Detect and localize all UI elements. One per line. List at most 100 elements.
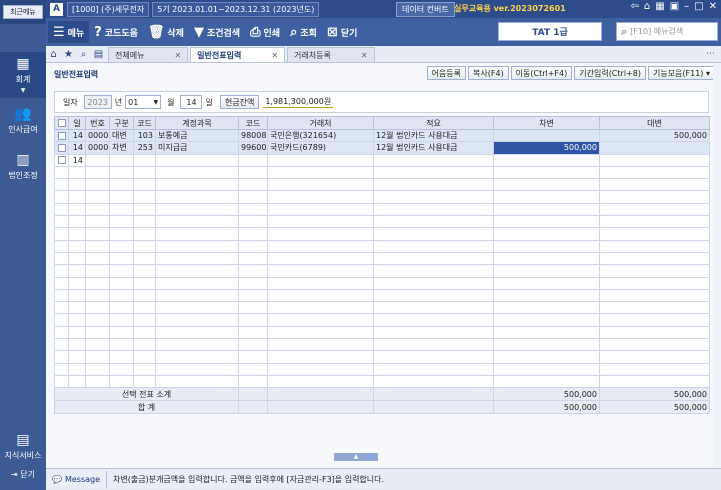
cell-account[interactable]: 미지급금	[155, 141, 239, 155]
table-row[interactable]: 14	[54, 153, 710, 167]
recent-menu-button[interactable]: 최근메뉴	[3, 5, 43, 19]
cell-day[interactable]: 14	[68, 128, 86, 143]
cell-account[interactable]: 보통예금	[155, 128, 239, 143]
grid-icon[interactable]: ▦	[655, 1, 664, 12]
cash-balance-button[interactable]: 현금잔액	[219, 95, 260, 109]
cell-debit-active[interactable]: 500,000	[493, 141, 600, 155]
month-select[interactable]: 01 ▼	[125, 95, 162, 109]
year-field: 2023	[83, 95, 112, 109]
cell-type[interactable]	[109, 153, 134, 167]
star-icon[interactable]: ★	[61, 49, 76, 60]
empty-cell	[54, 374, 69, 389]
total-credit: 500,000	[599, 400, 710, 415]
sidebar-item-label: 지식서비스	[4, 451, 42, 460]
lookup-button[interactable]: ⌕ 조회	[285, 21, 322, 43]
total-blank	[373, 400, 494, 415]
panel-expand-handle[interactable]: ▲	[334, 453, 378, 461]
home-icon[interactable]: ⌂	[46, 49, 61, 60]
vertical-scrollbar[interactable]	[713, 63, 721, 468]
sidebar-logout[interactable]: ⇥ 닫기	[0, 466, 46, 486]
cell-credit[interactable]	[599, 153, 710, 167]
cell-memo[interactable]	[373, 153, 494, 167]
more-icon[interactable]: ⋯	[706, 49, 715, 59]
cell-code[interactable]: 103	[133, 128, 156, 143]
sidebar-item-payroll[interactable]: 👥 인사급여	[0, 104, 46, 144]
empty-cell	[109, 190, 134, 204]
empty-cell	[85, 239, 110, 253]
cell-code[interactable]: 253	[133, 141, 156, 155]
function-collection-button[interactable]: 기능모음(F11) ▾	[647, 66, 715, 80]
home-icon[interactable]: ⌂	[644, 1, 650, 12]
cell-vendor-code[interactable]: 98008	[238, 128, 268, 143]
empty-cell	[85, 374, 110, 389]
empty-cell	[238, 276, 268, 290]
cell-vendor-code[interactable]: 99600	[238, 141, 268, 155]
close-tool-button[interactable]: ⊠ 닫기	[322, 21, 362, 43]
total-row: 합 계 500,000 500,000	[54, 400, 710, 415]
sidebar-item-knowledge[interactable]: ▤ 지식서비스	[0, 432, 46, 462]
cell-memo[interactable]: 12월 법인카드 사용대금	[373, 141, 494, 155]
tab-general-voucher[interactable]: 일반전표입력 ✕	[190, 47, 286, 62]
row-checkbox[interactable]	[54, 153, 69, 167]
close-icon[interactable]: ✕	[174, 51, 181, 60]
day-field[interactable]: 14	[180, 95, 203, 109]
cell-no[interactable]: 00001	[85, 141, 110, 155]
cell-no[interactable]	[85, 153, 110, 167]
empty-cell	[599, 325, 710, 340]
back-arrow-icon[interactable]: ⇦	[631, 1, 639, 12]
empty-cell	[238, 350, 268, 364]
code-help-button[interactable]: ? 코드도움	[89, 21, 143, 43]
row-checkbox[interactable]	[54, 128, 69, 143]
cell-type[interactable]: 차변	[109, 141, 134, 155]
tab-all-menu[interactable]: 전체메뉴 ✕	[108, 47, 189, 62]
cell-type[interactable]: 대변	[109, 128, 134, 143]
delete-button[interactable]: 🗑 삭제	[143, 21, 189, 43]
period-input-button[interactable]: 기간입력(Ctrl+8)	[574, 66, 646, 80]
bill-register-button[interactable]: 어음등록	[426, 66, 466, 80]
layout-icon[interactable]: ▣	[670, 1, 679, 12]
table-row[interactable]: 14 00001 대변 103 보통예금 98008 국민은행(321654) …	[54, 128, 710, 143]
close-icon[interactable]: ✕	[709, 1, 717, 12]
empty-row	[54, 362, 710, 376]
period-selector[interactable]: 5기 2023.01.01~2023.12.31 (2023년도)	[152, 1, 320, 17]
select-all-checkbox[interactable]	[54, 116, 69, 130]
empty-row	[54, 190, 710, 204]
menu-search-input[interactable]: ⌕ [F10] 메뉴검색	[616, 22, 718, 41]
cell-vendor[interactable]: 국민카드(6789)	[267, 141, 374, 155]
cell-credit[interactable]: 500,000	[599, 128, 710, 143]
sidebar-item-corp-adjust[interactable]: ▥ 법인조정	[0, 150, 46, 190]
cell-account[interactable]	[155, 153, 239, 167]
cell-code[interactable]	[133, 153, 156, 167]
cell-memo[interactable]: 12월 법인카드 사용대금	[373, 128, 494, 143]
cell-day[interactable]: 14	[68, 153, 86, 167]
cell-vendor[interactable]	[267, 153, 374, 167]
menu-button[interactable]: ☰ 메뉴	[48, 21, 90, 43]
data-convert-button[interactable]: 데이터 컨버트	[396, 2, 455, 17]
row-checkbox[interactable]	[54, 141, 69, 155]
cell-no[interactable]: 00001	[85, 128, 110, 143]
cell-debit[interactable]	[493, 128, 600, 143]
print-button[interactable]: ⎙ 인쇄	[245, 21, 285, 43]
empty-cell	[109, 313, 134, 327]
cell-debit[interactable]	[493, 153, 600, 167]
table-row[interactable]: 14 00001 차변 253 미지급금 99600 국민카드(6789) 12…	[54, 141, 710, 155]
cell-day[interactable]: 14	[68, 141, 86, 155]
empty-cell	[493, 276, 600, 290]
cell-vendor-code[interactable]	[238, 153, 268, 167]
move-button[interactable]: 이동(Ctrl+F4)	[510, 66, 573, 80]
sidebar-item-accounting[interactable]: ▦ 회계 ▼	[0, 52, 46, 98]
minimize-icon[interactable]: –	[684, 1, 689, 12]
maximize-icon[interactable]: □	[694, 1, 703, 12]
cell-credit[interactable]	[599, 141, 710, 155]
tab-label: 일반전표입력	[197, 50, 242, 60]
empty-cell	[599, 313, 710, 327]
search-icon[interactable]: ⌕	[76, 49, 91, 60]
company-selector[interactable]: [1000] (주)세무전자	[67, 1, 150, 17]
copy-button[interactable]: 복사(F4)	[468, 66, 509, 80]
list-icon[interactable]: ▤	[91, 49, 106, 60]
close-icon[interactable]: ✕	[361, 51, 368, 60]
cell-vendor[interactable]: 국민은행(321654)	[267, 128, 374, 143]
condition-search-button[interactable]: ▼ 조건검색	[189, 21, 245, 43]
close-icon[interactable]: ✕	[271, 51, 278, 60]
tab-vendor-register[interactable]: 거래처등록 ✕	[287, 47, 375, 62]
